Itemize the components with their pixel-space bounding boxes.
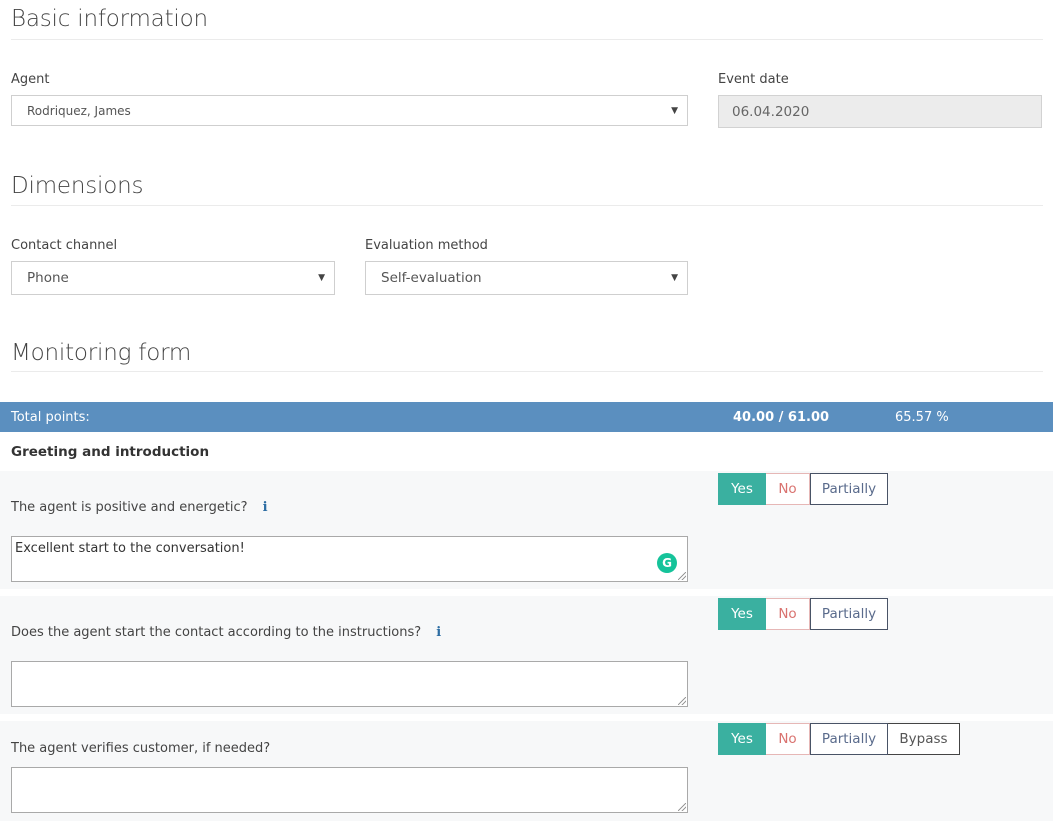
answer-partially-button[interactable]: Partially xyxy=(810,723,888,755)
question-group-title: Greeting and introduction xyxy=(11,444,210,460)
monitoring-form-heading: Monitoring form xyxy=(11,340,192,366)
answer-no-button[interactable]: No xyxy=(766,473,810,505)
chevron-down-icon: ▼ xyxy=(671,273,678,283)
grammarly-icon[interactable]: G xyxy=(657,553,677,573)
answer-partially-button[interactable]: Partially xyxy=(810,598,888,630)
question-text: The agent is positive and energetic? i xyxy=(11,500,268,515)
question-label: The agent is positive and energetic? xyxy=(11,500,248,515)
total-points-percent: 65.57 % xyxy=(895,409,949,425)
comment-textarea[interactable] xyxy=(11,661,688,707)
event-date-field: 06.04.2020 xyxy=(718,95,1042,128)
event-date-label: Event date xyxy=(718,72,789,87)
question-label: Does the agent start the contact accordi… xyxy=(11,625,422,640)
event-date-value: 06.04.2020 xyxy=(732,103,810,120)
question-label: The agent verifies customer, if needed? xyxy=(11,741,271,756)
answer-button-group: Yes No Partially xyxy=(718,473,888,505)
agent-select[interactable]: Rodriquez, James ▼ xyxy=(11,95,688,126)
section-divider xyxy=(11,205,1043,206)
agent-label: Agent xyxy=(11,72,50,87)
answer-yes-button[interactable]: Yes xyxy=(718,598,766,630)
contact-channel-label: Contact channel xyxy=(11,238,118,253)
section-divider xyxy=(11,39,1043,40)
question-text: Does the agent start the contact accordi… xyxy=(11,625,441,640)
total-points-label: Total points: xyxy=(11,409,90,425)
answer-yes-button[interactable]: Yes xyxy=(718,723,766,755)
resize-handle-icon[interactable] xyxy=(678,697,686,705)
resize-handle-icon[interactable] xyxy=(678,803,686,811)
answer-no-button[interactable]: No xyxy=(766,723,810,755)
answer-bypass-button[interactable]: Bypass xyxy=(888,723,960,755)
chevron-down-icon: ▼ xyxy=(671,105,678,116)
comment-textarea[interactable] xyxy=(11,767,688,813)
question-row: The agent verifies customer, if needed? … xyxy=(0,721,1053,821)
contact-channel-select[interactable]: Phone ▼ xyxy=(11,261,335,295)
contact-channel-value: Phone xyxy=(27,270,69,286)
total-points-value: 40.00 / 61.00 xyxy=(733,409,830,425)
info-icon[interactable]: i xyxy=(263,500,268,515)
answer-button-group: Yes No Partially Bypass xyxy=(718,723,960,755)
evaluation-method-select[interactable]: Self-evaluation ▼ xyxy=(365,261,688,295)
agent-value: Rodriquez, James xyxy=(27,103,131,118)
chevron-down-icon: ▼ xyxy=(318,273,325,283)
resize-handle-icon[interactable] xyxy=(678,572,686,580)
question-text: The agent verifies customer, if needed? xyxy=(11,741,270,756)
question-row: Does the agent start the contact accordi… xyxy=(0,596,1053,714)
total-points-bar: Total points: 40.00 / 61.00 65.57 % xyxy=(0,402,1053,432)
question-row: The agent is positive and energetic? i G… xyxy=(0,471,1053,589)
answer-button-group: Yes No Partially xyxy=(718,598,888,630)
comment-textarea[interactable] xyxy=(11,536,688,582)
answer-yes-button[interactable]: Yes xyxy=(718,473,766,505)
evaluation-method-value: Self-evaluation xyxy=(381,270,482,286)
basic-information-heading: Basic information xyxy=(11,6,208,32)
answer-no-button[interactable]: No xyxy=(766,598,810,630)
answer-partially-button[interactable]: Partially xyxy=(810,473,888,505)
dimensions-heading: Dimensions xyxy=(11,173,144,199)
info-icon[interactable]: i xyxy=(436,625,441,640)
section-divider xyxy=(11,371,1043,372)
evaluation-method-label: Evaluation method xyxy=(365,238,488,253)
